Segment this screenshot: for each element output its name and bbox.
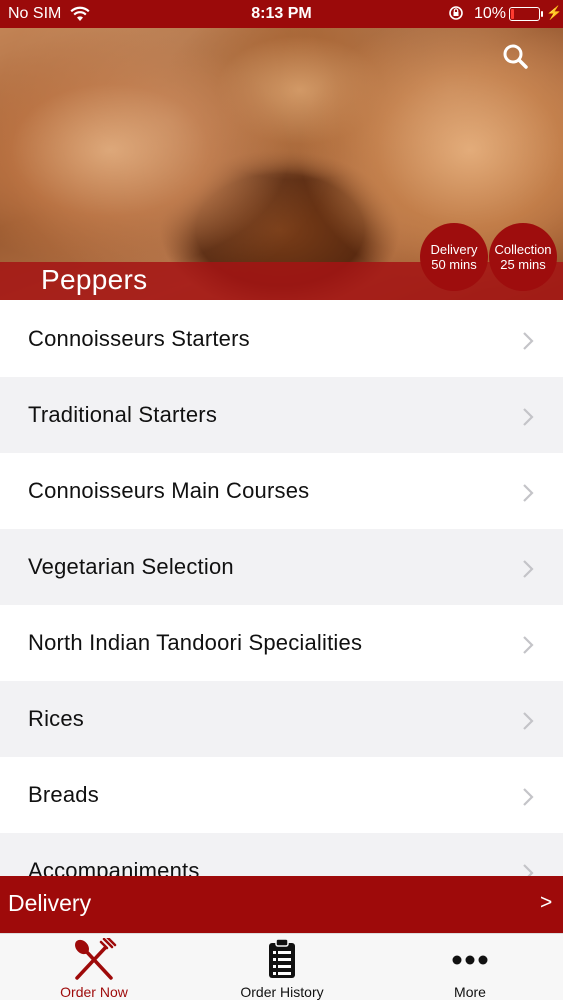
- menu-category-label: Connoisseurs Main Courses: [28, 478, 310, 503]
- menu-category-label: Accompaniments: [28, 858, 200, 876]
- delivery-badge-label: Delivery: [430, 242, 478, 257]
- chevron-right-icon: [523, 788, 534, 806]
- order-mode-arrow: >: [540, 891, 553, 914]
- collection-badge-time: 25 mins: [500, 257, 546, 272]
- tab-more-label: More: [454, 984, 486, 1000]
- more-dots-icon: [452, 955, 488, 965]
- menu-category-item[interactable]: Connoisseurs Main Courses: [0, 453, 563, 529]
- menu-category-item[interactable]: Accompaniments: [0, 833, 563, 876]
- menu-category-item[interactable]: Vegetarian Selection: [0, 529, 563, 605]
- delivery-badge-time: 50 mins: [431, 257, 477, 272]
- battery-percent: 10%: [474, 5, 507, 22]
- menu-category-label: North Indian Tandoori Specialities: [28, 630, 363, 655]
- menu-category-item[interactable]: Connoisseurs Starters: [0, 301, 563, 377]
- tab-more[interactable]: More: [376, 934, 563, 1000]
- menu-category-label: Rices: [28, 706, 85, 731]
- menu-category-item[interactable]: Rices: [0, 681, 563, 757]
- charging-bolt-icon: ⚡: [546, 5, 563, 20]
- collection-badge-label: Collection: [494, 242, 552, 257]
- search-icon: [503, 44, 528, 69]
- battery-icon: [509, 7, 540, 21]
- menu-category-item[interactable]: North Indian Tandoori Specialities: [0, 605, 563, 681]
- clipboard-list-icon: [269, 938, 295, 978]
- chevron-right-icon: [523, 332, 534, 350]
- chevron-right-icon: [523, 408, 534, 426]
- tab-order-now[interactable]: Order Now: [0, 934, 188, 1000]
- tab-order-now-label: Order Now: [60, 984, 128, 1000]
- order-mode-bar[interactable]: Delivery >: [0, 876, 563, 933]
- battery-cap: [541, 11, 543, 17]
- collection-time-badge: Collection 25 mins: [489, 223, 557, 291]
- chevron-right-icon: [523, 864, 534, 876]
- tab-order-history[interactable]: Order History: [188, 934, 376, 1000]
- menu-category-list[interactable]: Connoisseurs Starters Traditional Starte…: [0, 301, 563, 876]
- menu-category-item[interactable]: Traditional Starters: [0, 377, 563, 453]
- chevron-right-icon: [523, 712, 534, 730]
- menu-category-label: Vegetarian Selection: [28, 554, 234, 579]
- tab-bar: Order Now Order History More: [0, 933, 563, 1000]
- chevron-right-icon: [523, 636, 534, 654]
- menu-category-label: Traditional Starters: [28, 402, 218, 427]
- chevron-right-icon: [523, 560, 534, 578]
- chevron-right-icon: [523, 484, 534, 502]
- orientation-lock-icon: [448, 5, 464, 26]
- search-button[interactable]: [499, 40, 533, 74]
- tab-order-history-label: Order History: [240, 984, 324, 1000]
- status-bar: No SIM 8:13 PM 10% ⚡: [0, 0, 563, 28]
- menu-category-label: Breads: [28, 782, 99, 807]
- battery-level-fill: [511, 9, 514, 19]
- fork-knife-icon: [75, 938, 117, 980]
- delivery-time-badge: Delivery 50 mins: [420, 223, 488, 291]
- menu-category-label: Connoisseurs Starters: [28, 326, 250, 351]
- restaurant-name: Peppers: [41, 264, 148, 295]
- menu-category-item[interactable]: Breads: [0, 757, 563, 833]
- order-mode-label: Delivery: [8, 890, 92, 916]
